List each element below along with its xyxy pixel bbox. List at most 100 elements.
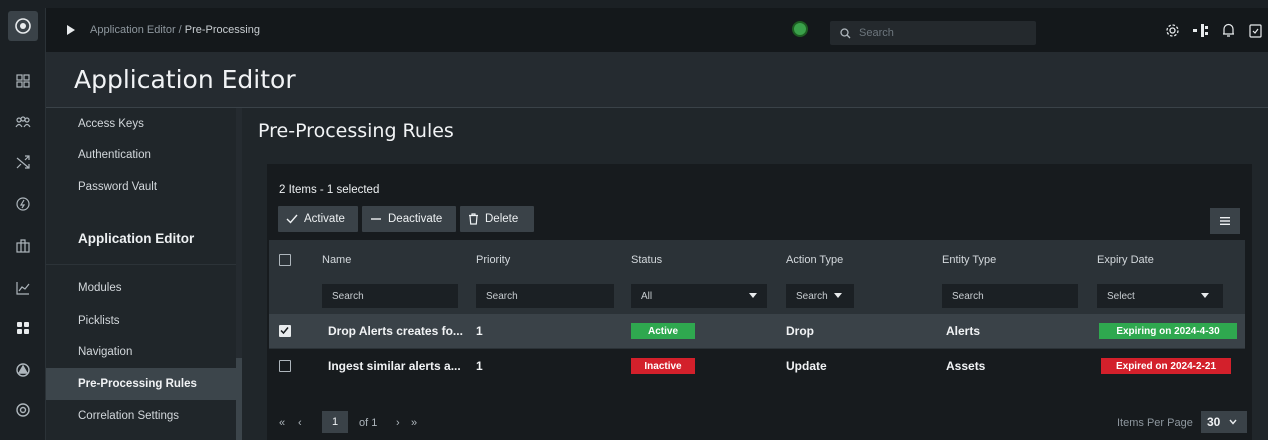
action-type-filter-select[interactable]: Search <box>786 284 854 308</box>
chevron-down-icon <box>749 293 757 298</box>
search-placeholder: Search <box>859 27 894 39</box>
sidebar-toggle-icon[interactable] <box>66 23 76 41</box>
settings-side-menu: Access Keys Authentication Password Vaul… <box>46 108 242 440</box>
chevron-down-icon <box>834 293 842 298</box>
app-root: Application Editor / Pre-Processing Sear… <box>0 0 1268 440</box>
delete-label: Delete <box>485 213 519 225</box>
column-header-expiry-date[interactable]: Expiry Date <box>1097 254 1154 266</box>
flow-icon[interactable] <box>1192 22 1208 38</box>
name-filter-placeholder: Search <box>332 290 364 302</box>
dashboard-icon[interactable] <box>0 63 46 99</box>
entity-type-cell: Alerts <box>946 324 981 338</box>
entity-type-filter-input[interactable]: Search <box>942 284 1078 308</box>
bell-icon[interactable] <box>1220 22 1236 38</box>
row-checkbox[interactable] <box>279 325 291 337</box>
table-row[interactable]: Drop Alerts creates fo... 1 Active Drop … <box>269 314 1245 348</box>
last-page-button[interactable]: » <box>411 417 417 429</box>
minus-icon <box>370 214 382 224</box>
breadcrumb-current: Pre-Processing <box>184 24 260 36</box>
column-header-status[interactable]: Status <box>631 254 662 266</box>
first-page-button[interactable]: « <box>279 417 285 429</box>
menu-icon <box>1220 217 1230 225</box>
menu-item-correlation-settings[interactable]: Correlation Settings <box>78 410 179 422</box>
status-filter-select[interactable]: All <box>631 284 767 308</box>
rule-name-cell[interactable]: Ingest similar alerts a... <box>328 359 461 373</box>
priority-cell: 1 <box>476 324 483 338</box>
column-header-entity-type[interactable]: Entity Type <box>942 254 996 266</box>
logo-icon[interactable] <box>8 11 38 41</box>
deactivate-button[interactable]: Deactivate <box>362 206 456 232</box>
select-all-checkbox[interactable] <box>279 254 291 266</box>
briefcase-icon[interactable] <box>0 228 46 264</box>
priority-filter-input[interactable]: Search <box>476 284 614 308</box>
page-number-input[interactable]: 1 <box>322 411 348 433</box>
column-header-priority[interactable]: Priority <box>476 254 510 266</box>
shield-icon[interactable] <box>0 352 46 388</box>
menu-item-modules[interactable]: Modules <box>78 282 121 294</box>
team-icon[interactable] <box>0 104 46 140</box>
activate-label: Activate <box>304 213 345 225</box>
main-content: Pre-Processing Rules 2 Items - 1 selecte… <box>242 108 1268 440</box>
global-search-input[interactable]: Search <box>830 21 1036 45</box>
prev-page-button[interactable]: ‹ <box>298 417 302 429</box>
check-icon <box>286 214 298 224</box>
priority-filter-placeholder: Search <box>486 290 518 302</box>
rules-grid-panel: 2 Items - 1 selected Activate Deactivate… <box>267 164 1252 440</box>
shuffle-icon[interactable] <box>0 144 46 180</box>
column-header-action-type[interactable]: Action Type <box>786 254 843 266</box>
activate-button[interactable]: Activate <box>278 206 358 232</box>
entity-type-filter-placeholder: Search <box>952 290 984 302</box>
delete-button[interactable]: Delete <box>460 206 534 232</box>
status-filter-value: All <box>641 290 653 302</box>
icon-rail <box>0 8 46 440</box>
grid-options-button[interactable] <box>1210 208 1240 234</box>
status-indicator-icon <box>792 21 808 37</box>
trash-icon <box>468 213 479 225</box>
table-row[interactable]: Ingest similar alerts a... 1 Inactive Up… <box>269 348 1245 382</box>
rule-name-cell[interactable]: Drop Alerts creates fo... <box>328 324 463 338</box>
menu-item-authentication[interactable]: Authentication <box>78 149 151 161</box>
top-bar: Application Editor / Pre-Processing Sear… <box>46 8 1268 52</box>
next-page-button[interactable]: › <box>396 417 400 429</box>
items-per-page-label: Items Per Page <box>1117 417 1193 429</box>
chevron-down-icon <box>1229 419 1237 425</box>
clipboard-icon[interactable] <box>1247 22 1263 38</box>
status-badge: Active <box>631 323 695 339</box>
page-header: Application Editor <box>46 52 1268 108</box>
menu-divider <box>46 264 242 265</box>
chart-icon[interactable] <box>0 270 46 306</box>
pagination-bar: « ‹ 1 of 1 › » Items Per Page 30 <box>267 406 1252 440</box>
breadcrumb: Application Editor / Pre-Processing <box>90 24 260 36</box>
section-title: Pre-Processing Rules <box>258 120 454 142</box>
selection-count: 2 Items - 1 selected <box>279 184 380 196</box>
grid-icon[interactable] <box>0 310 46 346</box>
expiry-badge: Expired on 2024-2-21 <box>1101 358 1231 374</box>
gear-icon[interactable] <box>1164 22 1180 38</box>
table-header: Name Priority Status Action Type Entity … <box>269 240 1245 314</box>
action-type-filter-placeholder: Search <box>796 290 828 302</box>
menu-item-picklists[interactable]: Picklists <box>78 315 120 327</box>
page-total: of 1 <box>359 417 378 429</box>
bolt-icon[interactable] <box>0 186 46 222</box>
menu-section-application-editor: Application Editor <box>78 231 195 246</box>
expiry-badge: Expiring on 2024-4-30 <box>1099 323 1237 339</box>
breadcrumb-parent[interactable]: Application Editor / <box>90 24 182 36</box>
page-title: Application Editor <box>74 65 296 94</box>
name-filter-input[interactable]: Search <box>322 284 458 308</box>
chevron-down-icon <box>1201 293 1209 298</box>
items-per-page-select[interactable]: 30 <box>1201 411 1247 433</box>
entity-type-cell: Assets <box>946 359 986 373</box>
column-header-name[interactable]: Name <box>322 254 351 266</box>
help-icon[interactable] <box>0 392 46 428</box>
menu-item-access-keys[interactable]: Access Keys <box>78 118 144 130</box>
menu-item-navigation[interactable]: Navigation <box>78 346 132 358</box>
priority-cell: 1 <box>476 359 483 373</box>
search-icon <box>840 27 851 39</box>
menu-item-password-vault[interactable]: Password Vault <box>78 181 157 193</box>
row-checkbox[interactable] <box>279 360 291 372</box>
status-badge: Inactive <box>631 358 695 374</box>
menu-item-pre-processing-rules[interactable]: Pre-Processing Rules <box>78 378 197 390</box>
expiry-date-filter-select[interactable]: Select <box>1097 284 1223 308</box>
action-type-cell: Drop <box>786 324 814 338</box>
action-type-cell: Update <box>786 359 827 373</box>
